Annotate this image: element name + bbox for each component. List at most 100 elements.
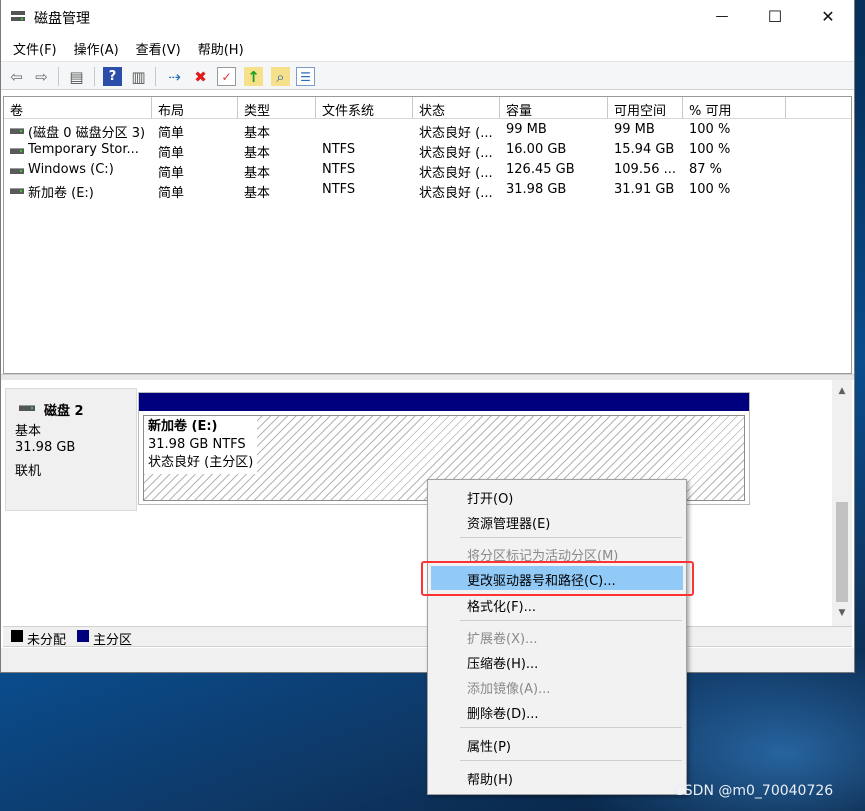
unallocated-swatch [11,630,23,642]
cell-free-space: 109.56 ... [614,162,677,177]
cell-filesystem: NTFS [322,182,356,197]
cell-layout: 简单 [158,166,185,181]
cell-percent-free: 100 % [689,122,731,137]
cell-filesystem: NTFS [322,162,356,177]
cell-status: 状态良好 (... [419,146,493,161]
cell-capacity: 99 MB [506,122,547,137]
column-header-percent-free[interactable]: % 可用 [683,97,786,119]
menu-file[interactable]: 文件(F) [7,34,63,60]
disk-2-label[interactable]: 磁盘 2 基本 31.98 GB 联机 [5,388,137,511]
partition-info: 新加卷 (E:) 31.98 GB NTFS 状态良好 (主分区) [144,416,258,474]
minimize-button[interactable]: — [699,0,745,32]
title-bar[interactable]: 磁盘管理 — ☐ ✕ [1,0,854,34]
toolbar: ⇦ ⇨ ▤ ? ▥ ⇢ ✖ ✓ ↑ ⌕ ☰ [1,61,854,90]
cell-capacity: 126.45 GB [506,162,575,177]
column-header-filesystem[interactable]: 文件系统 [316,97,413,119]
minimize-icon: — [715,8,729,24]
partition-type-bar [139,393,749,411]
disk-icon [19,405,35,411]
menu-separator [460,760,682,761]
table-row[interactable]: (磁盘 0 磁盘分区 3) 简单 基本 状态良好 (... 99 MB 99 M… [4,121,851,142]
cell-percent-free: 87 % [689,162,723,177]
menu-item-shrink[interactable]: 压缩卷(H)... [431,649,683,673]
cell-percent-free: 100 % [689,142,731,157]
csdn-watermark: CSDN @m0_70040726 [674,783,834,799]
disk-view-scrollbar[interactable]: ▲ ▼ [832,380,852,626]
column-header-type[interactable]: 类型 [238,97,316,119]
context-menu: 打开(O) 资源管理器(E) 将分区标记为活动分区(M) 更改驱动器号和路径(C… [427,479,687,795]
cell-free-space: 31.91 GB [614,182,675,197]
cell-layout: 简单 [158,186,185,201]
volume-list: 卷 布局 类型 文件系统 状态 容量 可用空间 % 可用 (磁盘 0 磁盘分区 … [3,96,852,374]
toolbar-separator [58,67,59,86]
scroll-up-arrow-icon[interactable]: ▲ [832,382,852,400]
menu-item-properties[interactable]: 属性(P) [431,732,683,756]
menu-separator [460,620,682,621]
cell-status: 状态良好 (... [419,186,493,201]
column-header-volume[interactable]: 卷 [4,97,152,119]
table-row[interactable]: Temporary Stor... 简单 基本 NTFS 状态良好 (... 1… [4,141,851,161]
table-row[interactable]: Windows (C:) 简单 基本 NTFS 状态良好 (... 126.45… [4,161,851,181]
cell-capacity: 31.98 GB [506,182,567,197]
partition-name: 新加卷 (E:) [148,419,218,434]
cell-volume: Temporary Stor... [28,142,139,157]
toolbar-separator [155,67,156,86]
cell-type: 基本 [244,186,271,201]
scroll-down-arrow-icon[interactable]: ▼ [832,604,852,622]
cell-filesystem: NTFS [322,142,356,157]
search-icon[interactable]: ⌕ [271,67,290,86]
menu-separator [460,727,682,728]
menu-item-explorer[interactable]: 资源管理器(E) [431,509,683,533]
properties-icon[interactable]: ✓ [217,67,236,86]
cell-layout: 简单 [158,146,185,161]
cell-layout: 简单 [158,126,185,141]
column-header-status[interactable]: 状态 [413,97,500,119]
partition-size-fs: 31.98 GB NTFS [148,437,246,452]
column-header-layout[interactable]: 布局 [152,97,238,119]
cell-status: 状态良好 (... [419,166,493,181]
cell-filesystem [316,122,413,142]
column-header-free-space[interactable]: 可用空间 [608,97,683,119]
menu-item-help[interactable]: 帮助(H) [431,765,683,789]
cell-volume: Windows (C:) [28,162,114,177]
menu-item-delete[interactable]: 删除卷(D)... [431,699,683,723]
back-arrow-icon[interactable]: ⇦ [7,67,26,86]
disk-view-icon[interactable]: ▥ [129,67,148,86]
toolbar-separator [94,67,95,86]
connect-icon[interactable]: ⇢ [165,67,184,86]
primary-partition-swatch [77,630,89,642]
disk-name: 磁盘 2 [44,404,84,419]
disk-management-app-icon [10,9,26,24]
menu-view[interactable]: 查看(V) [130,34,187,60]
help-icon[interactable]: ? [103,67,122,86]
forward-arrow-icon[interactable]: ⇨ [32,67,51,86]
close-icon: ✕ [821,6,835,26]
window-title: 磁盘管理 [34,11,90,27]
list-icon[interactable]: ☰ [296,67,315,86]
column-header-capacity[interactable]: 容量 [500,97,608,119]
cell-volume: 新加卷 (E:) [28,186,94,201]
disk-size: 31.98 GB [15,440,76,455]
cell-free-space: 15.94 GB [614,142,675,157]
menu-help[interactable]: 帮助(H) [192,34,250,60]
delete-icon[interactable]: ✖ [191,67,210,86]
disk-type: 基本 [15,424,42,439]
cell-type: 基本 [244,126,271,141]
scroll-thumb[interactable] [836,502,848,602]
export-icon[interactable]: ↑ [244,67,263,86]
menu-item-add-mirror: 添加镜像(A)... [467,682,551,697]
volume-list-icon[interactable]: ▤ [67,67,86,86]
cell-type: 基本 [244,166,271,181]
cell-status: 状态良好 (... [419,126,493,141]
cell-capacity: 16.00 GB [506,142,567,157]
maximize-icon: ☐ [767,6,783,26]
close-button[interactable]: ✕ [805,0,851,32]
maximize-button[interactable]: ☐ [752,0,798,32]
menu-action[interactable]: 操作(A) [68,34,125,60]
column-header-empty [786,97,851,119]
menu-item-open[interactable]: 打开(O) [431,484,683,508]
menu-item-extend: 扩展卷(X)... [467,632,538,647]
table-row[interactable]: 新加卷 (E:) 简单 基本 NTFS 状态良好 (... 31.98 GB 3… [4,181,851,201]
menu-bar: 文件(F) 操作(A) 查看(V) 帮助(H) [1,34,854,60]
cell-volume: (磁盘 0 磁盘分区 3) [28,126,146,141]
